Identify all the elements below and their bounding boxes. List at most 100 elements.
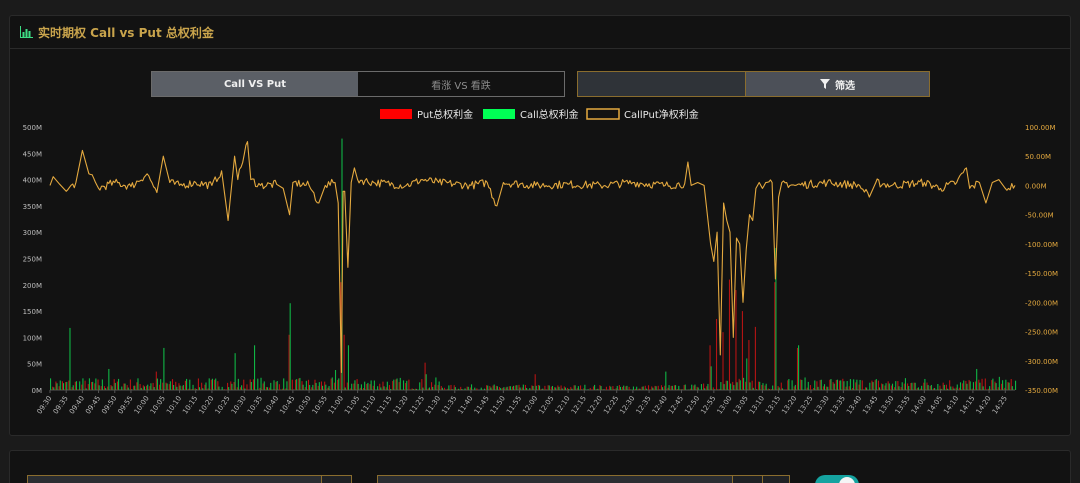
- x-tick-label: 13:45: [861, 395, 879, 416]
- call-bar: [312, 384, 314, 390]
- range-input[interactable]: [377, 475, 790, 483]
- call-bar: [726, 380, 728, 390]
- put-bar: [450, 384, 452, 390]
- x-tick-label: 11:25: [408, 395, 426, 416]
- y-right-tick-label: -300.00M: [1025, 358, 1058, 366]
- put-bar: [139, 384, 141, 390]
- put-bar: [227, 382, 229, 390]
- call-bar: [386, 381, 388, 390]
- call-bar: [526, 387, 528, 390]
- put-bar: [353, 383, 355, 390]
- call-bar: [79, 381, 81, 390]
- put-bar: [567, 387, 569, 390]
- call-bar: [266, 387, 269, 390]
- call-bar: [619, 386, 622, 390]
- toggle-switch[interactable]: [815, 475, 859, 483]
- put-bar: [120, 389, 122, 390]
- call-bar: [684, 384, 686, 390]
- call-bar: [88, 378, 90, 390]
- call-bar: [901, 382, 903, 390]
- x-tick-label: 10:25: [214, 395, 232, 416]
- put-bar: [670, 385, 672, 390]
- put-bar: [78, 389, 80, 390]
- put-bar: [298, 378, 300, 390]
- call-bar: [85, 388, 87, 390]
- call-bar: [616, 385, 618, 390]
- put-bar: [842, 378, 844, 390]
- x-tick-label: 09:40: [68, 395, 86, 416]
- put-bar: [932, 388, 935, 390]
- put-bar: [800, 379, 802, 390]
- x-tick-label: 13:35: [829, 395, 847, 416]
- put-bar: [955, 387, 957, 390]
- call-bar: [315, 382, 317, 390]
- put-bar: [110, 385, 112, 390]
- call-bar: [982, 386, 984, 390]
- call-bar: [396, 378, 398, 390]
- put-bar: [618, 385, 620, 390]
- call-bar: [179, 385, 181, 390]
- call-bar: [694, 384, 696, 390]
- call-bar: [244, 388, 246, 390]
- call-bar: [192, 384, 194, 390]
- put-bar: [288, 334, 290, 390]
- call-bar: [742, 377, 745, 390]
- call-bar: [846, 381, 848, 390]
- call-bar: [215, 378, 217, 390]
- x-tick-label: 12:40: [651, 395, 669, 416]
- put-bar: [327, 387, 329, 390]
- x-tick-label: 12:00: [521, 395, 539, 416]
- put-bar: [848, 386, 850, 390]
- put-bar: [136, 382, 138, 390]
- symbol-input-addon[interactable]: [321, 476, 351, 483]
- put-bar: [596, 389, 598, 390]
- legend-swatch: [483, 109, 515, 119]
- y-right-tick-label: 100.00M: [1025, 124, 1056, 132]
- put-bar: [162, 382, 164, 390]
- put-bar: [246, 384, 248, 390]
- call-bar: [532, 385, 534, 390]
- call-bar: [678, 385, 680, 390]
- call-bar: [749, 382, 751, 390]
- put-bar: [191, 389, 193, 390]
- call-bar: [859, 379, 861, 390]
- put-bar: [615, 388, 617, 390]
- put-bar: [751, 380, 753, 390]
- x-tick-label: 13:30: [813, 395, 831, 416]
- call-bar: [972, 382, 975, 390]
- put-bar: [197, 378, 199, 390]
- call-bar: [645, 388, 647, 390]
- call-bar: [691, 384, 693, 390]
- call-bar: [419, 382, 421, 390]
- put-bar: [1007, 382, 1009, 390]
- call-bar: [1008, 382, 1010, 390]
- legend-label: Put总权利金: [417, 108, 473, 121]
- call-bar: [574, 385, 576, 390]
- put-bar: [408, 379, 410, 390]
- call-bar: [435, 377, 437, 390]
- call-bar: [898, 386, 900, 390]
- put-bar: [777, 386, 779, 390]
- range-input-addon-2[interactable]: [762, 476, 789, 483]
- call-bar: [794, 384, 796, 390]
- put-bar: [155, 371, 157, 390]
- call-bar: [723, 384, 725, 390]
- put-bar: [576, 388, 578, 390]
- x-tick-label: 11:05: [343, 395, 361, 416]
- call-bar: [360, 384, 362, 390]
- symbol-input[interactable]: [27, 475, 352, 483]
- put-bar: [547, 385, 549, 390]
- call-bar: [613, 389, 615, 390]
- put-bar: [181, 386, 183, 390]
- put-bar: [599, 385, 601, 390]
- put-bar: [489, 386, 491, 390]
- call-bar: [998, 376, 1000, 390]
- call-bar: [454, 387, 456, 390]
- call-bar: [124, 383, 126, 390]
- call-bar: [940, 388, 942, 390]
- put-bar: [456, 389, 459, 390]
- put-bar: [654, 385, 656, 390]
- call-bar: [1015, 380, 1017, 390]
- range-input-addon-1[interactable]: [732, 476, 762, 483]
- call-bar: [548, 385, 550, 390]
